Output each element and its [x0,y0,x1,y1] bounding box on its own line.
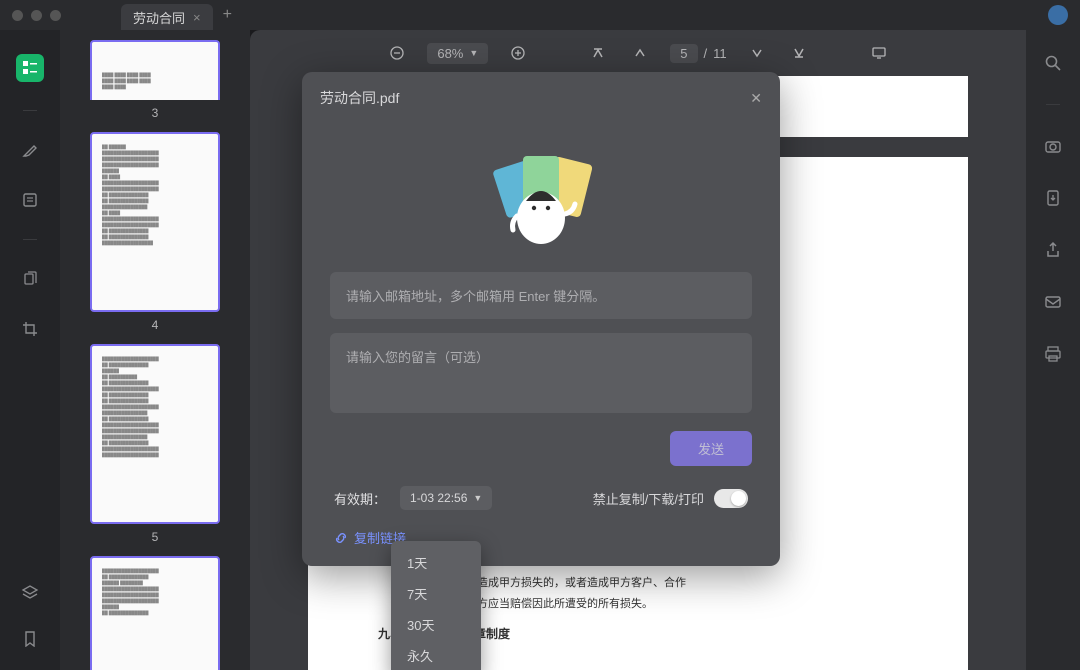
page-indicator: 5 / 11 [670,44,726,63]
thumbnail[interactable]: ██████████████████████ █████████████████… [78,344,232,544]
traffic-close[interactable] [12,10,23,21]
zoom-in-button[interactable] [506,41,530,65]
email-placeholder: 请输入邮箱地址，多个邮箱用 Enter 键分隔。 [346,289,605,304]
dropdown-item[interactable]: 7天 [391,578,481,609]
chevron-down-icon: ▼ [473,493,482,503]
search-icon[interactable] [1042,52,1064,74]
close-tab-icon[interactable]: × [193,10,201,25]
message-placeholder: 请输入您的留言（可选） [346,350,489,365]
thumbnail[interactable]: ████ ████ ████ ████████ ████ ████ ██████… [78,40,232,120]
present-button[interactable] [867,41,891,65]
total-pages: 11 [713,46,727,61]
toolbar: 68% ▼ 5 / 11 [250,30,1026,76]
thumb-page-num: 5 [78,530,232,544]
expire-select[interactable]: 1-03 22:56 ▼ [400,486,492,510]
camera-icon[interactable] [1042,135,1064,157]
mail-icon[interactable] [1042,291,1064,313]
thumbnail-panel: ████ ████ ████ ████████ ████ ████ ██████… [60,30,250,670]
thumb-page-num: 4 [78,318,232,332]
dropdown-item[interactable]: 永久 [391,640,481,670]
zoom-value: 68% [437,46,463,61]
window-controls[interactable] [12,10,61,21]
thumbnail[interactable]: ██████████████████████ █████████████████… [78,556,232,670]
copy-icon[interactable] [19,268,41,290]
traffic-max[interactable] [50,10,61,21]
chevron-down-icon: ▼ [469,48,478,58]
avatar[interactable] [1048,5,1068,25]
expire-value: 1-03 22:56 [410,491,467,505]
crop-icon[interactable] [19,318,41,340]
current-page-input[interactable]: 5 [670,44,697,63]
modal-close-button[interactable]: ✕ [750,90,762,107]
share-modal: 劳动合同.pdf ✕ 请输入邮箱地址，多个邮箱用 Enter 键分隔。 请输入您… [302,72,780,566]
thumb-page-num: 3 [78,106,232,120]
left-sidebar [0,30,60,670]
modal-illustration [302,118,780,272]
new-tab-button[interactable]: + [223,6,232,24]
zoom-select[interactable]: 68% ▼ [427,43,488,64]
modal-title: 劳动合同.pdf [320,88,399,108]
document-tab-label: 劳动合同 [133,8,185,27]
dropdown-item[interactable]: 1天 [391,547,481,578]
prev-page-button[interactable] [628,41,652,65]
layers-icon[interactable] [19,582,41,604]
first-page-button[interactable] [586,41,610,65]
restrict-label: 禁止复制/下载/打印 [593,489,704,508]
titlebar: 劳动合同 × + [0,0,1080,30]
highlight-icon[interactable] [19,139,41,161]
export-icon[interactable] [1042,187,1064,209]
print-icon[interactable] [1042,343,1064,365]
restrict-toggle[interactable] [714,489,748,508]
message-input[interactable]: 请输入您的留言（可选） [330,333,752,413]
last-page-button[interactable] [787,41,811,65]
bookmark-icon[interactable] [19,628,41,650]
expire-dropdown: 1天 7天 30天 永久 [391,541,481,670]
share-icon[interactable] [1042,239,1064,261]
send-button[interactable]: 发送 [670,431,752,466]
next-page-button[interactable] [745,41,769,65]
thumbnails-icon[interactable] [16,54,44,82]
email-input[interactable]: 请输入邮箱地址，多个邮箱用 Enter 键分隔。 [330,272,752,319]
thumbnail[interactable]: ██ █████████████████████████████████████… [78,132,232,332]
document-tab[interactable]: 劳动合同 × [121,4,213,30]
zoom-out-button[interactable] [385,41,409,65]
note-icon[interactable] [19,189,41,211]
right-sidebar [1026,30,1080,670]
traffic-min[interactable] [31,10,42,21]
dropdown-item[interactable]: 30天 [391,609,481,640]
expire-label: 有效期： [334,489,386,508]
